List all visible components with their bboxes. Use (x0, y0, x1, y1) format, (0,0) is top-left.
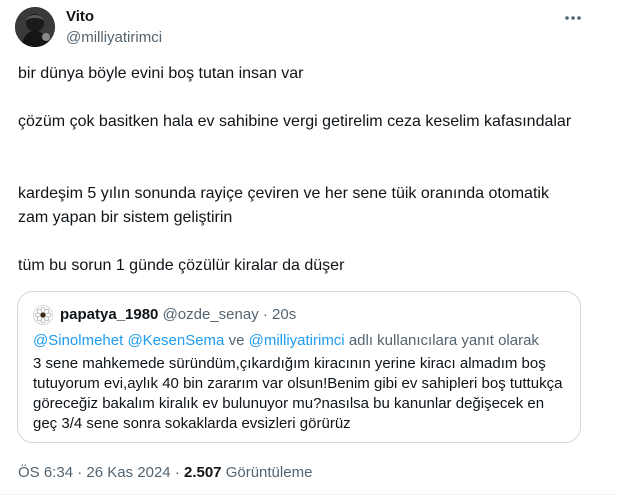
quoted-author-handle[interactable]: @ozde_senay (163, 306, 259, 323)
mention-link[interactable]: @Sinolmehet (33, 332, 123, 349)
tweet-paragraph: tüm bu sorun 1 günde çözülür kiralar da … (18, 257, 345, 274)
author-handle[interactable]: @milliyatirimci (66, 29, 162, 46)
avatar-image (15, 7, 55, 47)
more-options-button[interactable] (560, 6, 586, 30)
tweet-paragraph: kardeşim 5 yılın sonunda rayiçe çeviren … (18, 185, 549, 226)
views-label: Görüntüleme (225, 464, 313, 481)
more-horizontal-icon (565, 16, 581, 20)
tweet-card: Vito @milliyatirimci bir dünya böyle evi… (0, 0, 618, 495)
daisy-flower-icon (34, 306, 52, 324)
quoted-author-name[interactable]: papatya_1980 (60, 306, 158, 323)
quoted-text: 3 sene mahkemede süründüm,çıkardığım kir… (33, 355, 563, 432)
quoted-timestamp[interactable]: 20s (272, 306, 296, 323)
quoted-tweet[interactable]: papatya_1980 @ozde_senay · 20s @Sinolmeh… (17, 291, 581, 443)
tweet-paragraph: bir dünya böyle evini boş tutan insan va… (18, 65, 304, 82)
tweet-meta: ÖS 6:34 · 26 Kas 2024 · 2.507 Görüntülem… (18, 464, 312, 481)
quoted-author-avatar[interactable] (33, 305, 53, 325)
separator-dot: · (174, 464, 180, 481)
mention-link[interactable]: @milliyatirimci (249, 332, 345, 349)
tweet-date[interactable]: 26 Kas 2024 (86, 464, 170, 481)
reply-context: @Sinolmehet @KesenSema ve @milliyatirimc… (33, 332, 539, 349)
tweet-paragraph: çözüm çok basitken hala ev sahibine verg… (18, 113, 572, 130)
separator-dot: · (262, 306, 268, 323)
quoted-header: papatya_1980 @ozde_senay · 20s (60, 306, 296, 323)
tweet-time[interactable]: ÖS 6:34 (18, 464, 73, 481)
reply-connector: ve (228, 332, 245, 349)
views-count: 2.507 (183, 464, 222, 481)
reply-suffix: adlı kullanıcılara yanıt olarak (348, 332, 539, 349)
author-avatar[interactable] (15, 7, 55, 47)
mention-link[interactable]: @KesenSema (127, 332, 224, 349)
author-name[interactable]: Vito (66, 8, 94, 25)
separator-dot: · (77, 464, 83, 481)
